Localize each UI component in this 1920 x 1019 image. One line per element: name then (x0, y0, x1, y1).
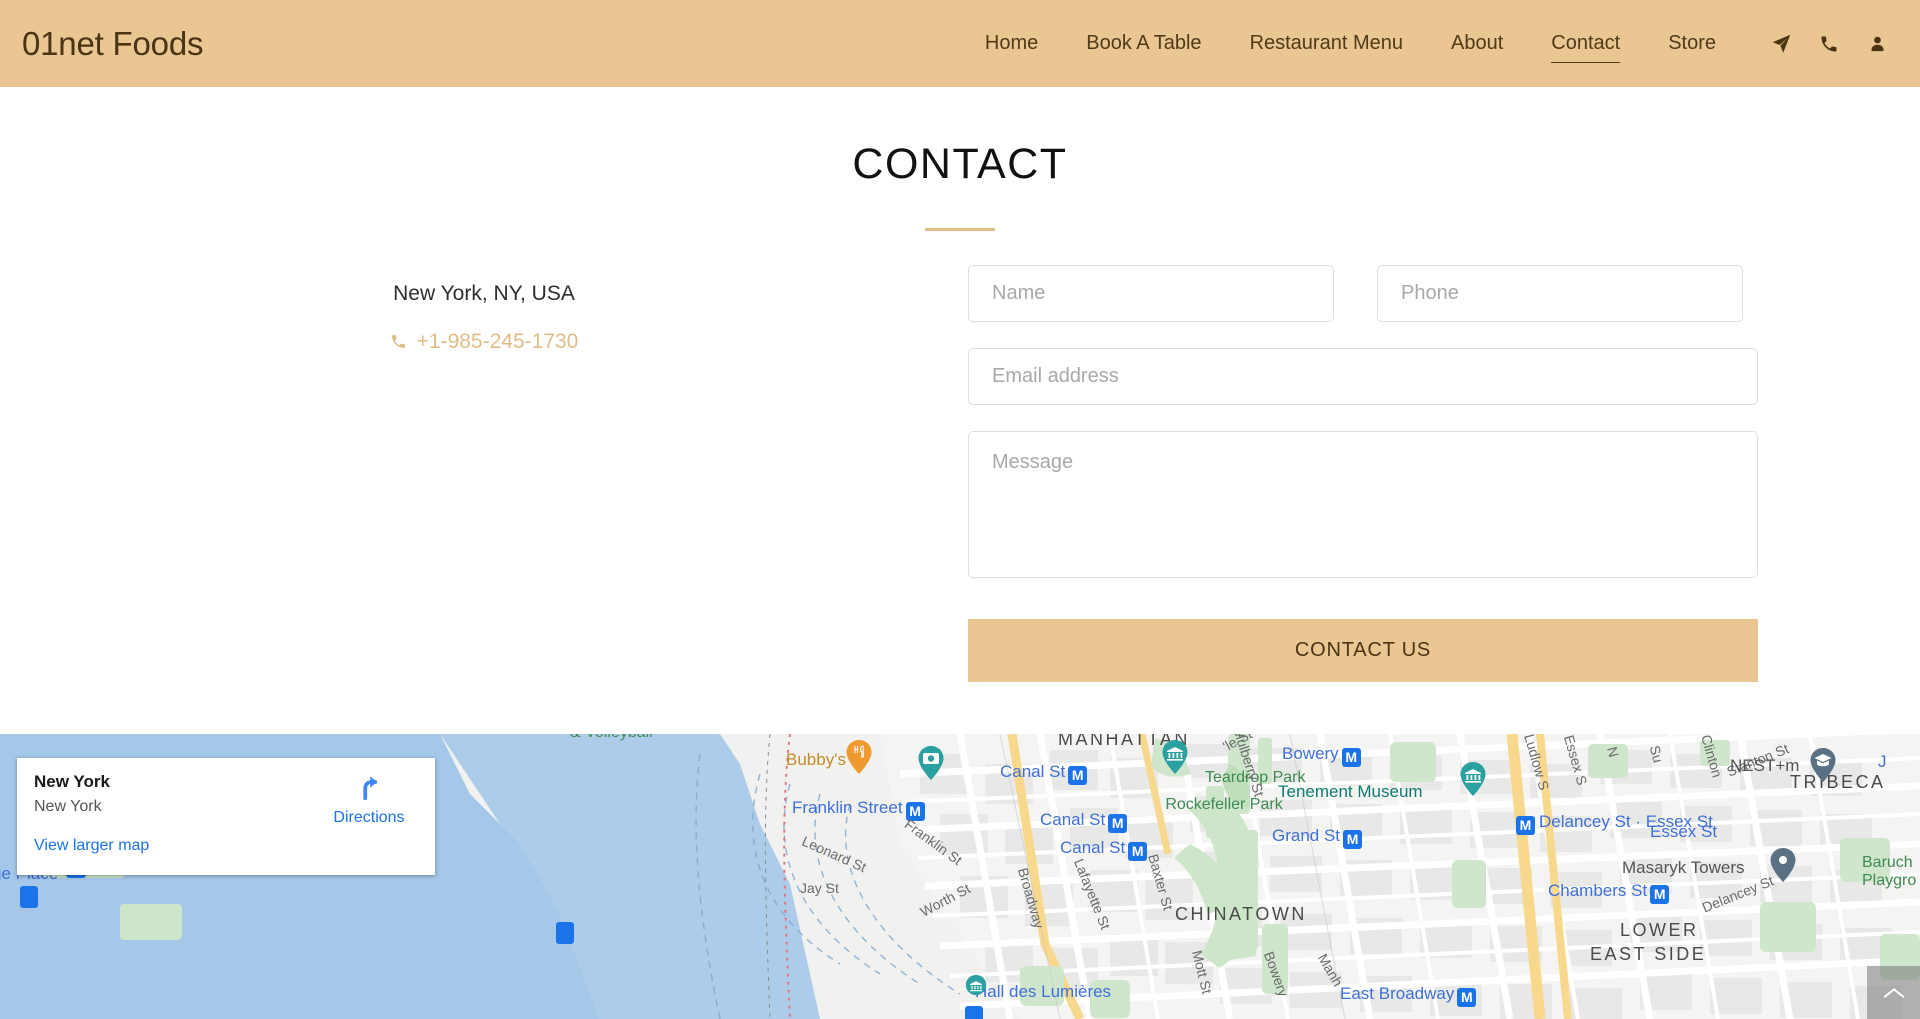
ferry-marker-icon (20, 886, 38, 908)
page-title: CONTACT (852, 140, 1068, 188)
site-header: 01net Foods Home Book A Table Restaurant… (0, 0, 1920, 87)
contact-section: CONTACT New York, NY, USA +1-985-245-173… (0, 87, 1920, 734)
main-navigation: Home Book A Table Restaurant Menu About … (961, 26, 1898, 63)
contact-content-row: New York, NY, USA +1-985-245-1730 Name P… (0, 265, 1920, 682)
header-icon-group (1770, 33, 1888, 55)
contact-info-block: New York, NY, USA +1-985-245-1730 (0, 265, 968, 682)
nav-item-restaurant-menu[interactable]: Restaurant Menu (1226, 26, 1427, 61)
phone-input[interactable] (1377, 265, 1743, 322)
nav-item-contact[interactable]: Contact (1527, 26, 1644, 63)
navigation-arrow-icon[interactable] (1770, 33, 1792, 55)
email-input[interactable] (968, 348, 1758, 405)
phone-link[interactable]: +1-985-245-1730 (0, 330, 968, 354)
nav-item-book-a-table[interactable]: Book A Table (1062, 26, 1225, 61)
form-row-email (968, 348, 1758, 405)
title-divider (925, 228, 995, 231)
directions-label: Directions (333, 809, 405, 826)
ferry-marker-icon-2 (556, 922, 574, 944)
name-input[interactable] (968, 265, 1334, 322)
nav-item-about[interactable]: About (1427, 26, 1527, 61)
contact-form: CONTACT US (968, 265, 1758, 682)
google-map[interactable]: ge Place & Volleyball Bubby's Franklin S… (0, 734, 1920, 1019)
scroll-to-top-button[interactable] (1867, 966, 1920, 1019)
phone-icon-small (390, 333, 407, 350)
nav-item-home[interactable]: Home (961, 26, 1062, 61)
contact-us-submit-button[interactable]: CONTACT US (968, 619, 1758, 682)
phone-number-text: +1-985-245-1730 (416, 329, 579, 353)
directions-button[interactable]: Directions (323, 772, 415, 827)
user-account-icon[interactable] (1866, 33, 1888, 55)
form-row-name-phone (968, 265, 1758, 322)
transit-marker-icon-3 (965, 1006, 983, 1019)
form-row-message (968, 431, 1758, 578)
chevron-up-icon (1883, 987, 1904, 998)
map-info-card: New York New York View larger map Direct… (17, 758, 435, 875)
view-larger-map-link[interactable]: View larger map (34, 837, 149, 855)
message-textarea[interactable] (968, 431, 1758, 578)
nav-item-store[interactable]: Store (1644, 26, 1740, 61)
brand-logo[interactable]: 01net Foods (22, 25, 203, 63)
address-text: New York, NY, USA (393, 282, 575, 305)
directions-arrow-icon (363, 776, 378, 801)
phone-icon[interactable] (1818, 33, 1840, 55)
